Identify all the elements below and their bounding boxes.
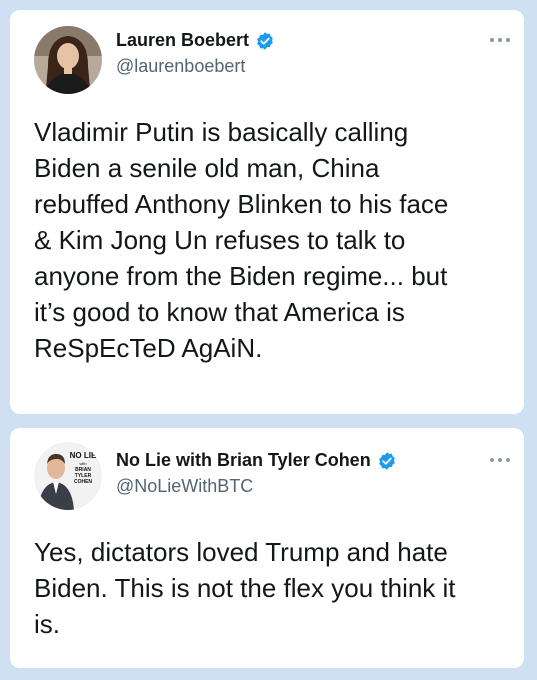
logo-text: NO LIE	[70, 451, 97, 460]
tweet-card-nolie[interactable]: NO LIE with BRIAN TYLER COHEN No Lie wit…	[10, 428, 524, 668]
tweet-line: it’s good to know that America is	[34, 297, 405, 327]
tweet-line: ReSpEcTeD AgAiN.	[34, 333, 263, 363]
avatar[interactable]: NO LIE with BRIAN TYLER COHEN	[34, 442, 102, 510]
author-name[interactable]: Lauren Boebert	[116, 30, 249, 51]
avatar-photo: NO LIE with BRIAN TYLER COHEN	[34, 442, 102, 510]
verified-badge-icon	[378, 451, 395, 470]
tweet-line: & Kim Jong Un refuses to talk to	[34, 225, 406, 255]
author-handle[interactable]: @laurenboebert	[116, 56, 245, 77]
more-options-icon[interactable]	[490, 456, 510, 464]
tweet-text: Vladimir Putin is basically calling Bide…	[34, 114, 506, 366]
tweet-line: Biden. This is not the flex you think it	[34, 573, 456, 603]
tweet-line: Vladimir Putin is basically calling	[34, 117, 409, 147]
logo-text: COHEN	[74, 479, 92, 485]
verified-badge-icon	[257, 31, 273, 50]
author-handle[interactable]: @NoLieWithBTC	[116, 476, 253, 497]
logo-text: with	[79, 461, 86, 466]
tweet-card-boebert[interactable]: Lauren Boebert @laurenboebert Vladimir P…	[10, 10, 524, 414]
author-row: Lauren Boebert	[116, 30, 275, 51]
more-options-icon[interactable]	[490, 36, 510, 44]
avatar-photo	[34, 26, 102, 94]
author-name[interactable]: No Lie with Brian Tyler Cohen	[116, 450, 371, 471]
author-row: No Lie with Brian Tyler Cohen	[116, 450, 397, 471]
tweet-line: anyone from the Biden regime... but	[34, 261, 448, 291]
tweet-line: rebuffed Anthony Blinken to his face	[34, 189, 449, 219]
tweet-text: Yes, dictators loved Trump and hate Bide…	[34, 534, 506, 642]
tweet-line: Biden a senile old man, China	[34, 153, 380, 183]
tweet-line: Yes, dictators loved Trump and hate	[34, 537, 448, 567]
avatar[interactable]	[34, 26, 102, 94]
tweet-line: is.	[34, 609, 60, 639]
